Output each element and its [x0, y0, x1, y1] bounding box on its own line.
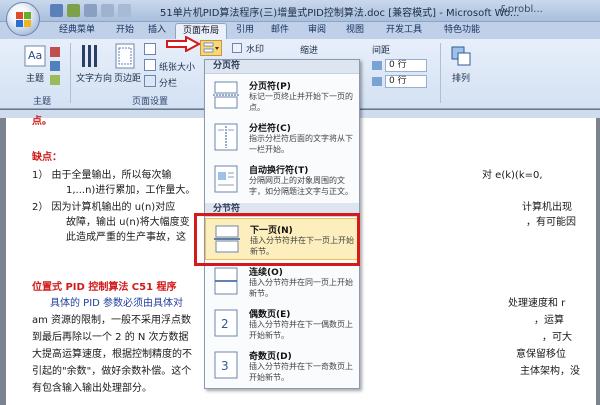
menu-item-odd-page[interactable]: 3 奇数页(D) 插入分节符并在下一奇数页上开始新节。 [205, 345, 359, 387]
undo-icon[interactable] [67, 4, 80, 17]
title-bar: 51单片机PID算法程序(三)增量式PID控制算法.doc [兼容模式] - M… [0, 0, 600, 22]
doc-text-line: 故障，输出 u(n)将大幅度变 [66, 217, 190, 228]
quick-access-toolbar [50, 4, 131, 17]
red-arrow-annotation-icon [166, 36, 200, 52]
menu-item-text-wrapping-break[interactable]: 自动换行符(T) 分隔网页上的对象周围的文字，如分隔题注文字与正文。 [205, 159, 359, 201]
group-label-theme: 主题 [32, 97, 51, 107]
breaks-icon [203, 42, 219, 53]
menu-item-page-break[interactable]: 分页符(P) 标记一页终止并开始下一页的点。 [205, 75, 359, 117]
tab-classic-menu[interactable]: 经典菜单 [48, 23, 106, 39]
red-highlight-annotation [194, 213, 360, 266]
watermark-icon[interactable] [232, 43, 242, 53]
doc-text-line: 此造成严重的生产事故，这 [66, 232, 186, 243]
watermark-label[interactable]: 水印 [246, 42, 264, 55]
text-direction-icon[interactable] [80, 43, 102, 69]
menu-section-header-page-breaks: 分页符 [205, 60, 359, 74]
margins-label[interactable]: 页边距 [114, 71, 141, 84]
doc-text-line: 对 e(k)(k=0, [482, 170, 543, 181]
menu-item-description: 分隔网页上的对象周围的文字，如分隔题注文字与正文。 [249, 176, 353, 196]
doc-text-line: 大提高运算速度，根据控制精度的不 [32, 349, 192, 360]
svg-text:3: 3 [221, 359, 229, 373]
dropdown-icon[interactable] [101, 4, 114, 17]
document-title: 51单片机PID算法程序(三)增量式PID控制算法.doc [兼容模式] - M… [160, 8, 520, 19]
spacing-label: 间距 [372, 46, 391, 56]
doc-text-line: 意保留移位 [516, 349, 566, 360]
group-label-page-setup: 页面设置 [131, 97, 168, 107]
tab-view[interactable]: 视图 [340, 23, 370, 39]
svg-text:Aa: Aa [28, 49, 42, 62]
tab-review[interactable]: 审阅 [302, 23, 332, 39]
even-page-icon: 2 [214, 309, 238, 337]
doc-text-line: 点。 [32, 116, 52, 127]
odd-page-icon: 3 [214, 351, 238, 379]
doc-text-line: ，运算 [534, 315, 564, 326]
tab-home[interactable]: 开始 [110, 23, 140, 39]
ribbon-tabs: 经典菜单 开始 插入 页面布局 引用 邮件 审阅 视图 开发工具 特色功能 [0, 22, 600, 39]
indent-label: 缩进 [300, 46, 319, 56]
doc-text-line: 引起的"余数"，做好余数补偿。这个 [32, 366, 192, 377]
margins-icon[interactable] [114, 43, 136, 69]
theme-colors-icon[interactable] [50, 47, 60, 57]
doc-text-line: 计算机出现 [522, 202, 572, 213]
tab-developer[interactable]: 开发工具 [378, 23, 430, 39]
title-overflow-text: &probl... [500, 4, 543, 15]
tab-special-features[interactable]: 特色功能 [436, 23, 488, 39]
doc-text-line: 处理速度和 r [508, 298, 566, 309]
spacing-after-input[interactable]: 0 行 [385, 75, 427, 88]
doc-text-line: ，有可能因 [526, 217, 576, 228]
tab-mailings[interactable]: 邮件 [265, 23, 295, 39]
doc-text-line: am 资源的限制，一般不采用浮点数 [32, 315, 192, 326]
ribbon-separator [440, 43, 441, 103]
text-wrapping-break-icon [214, 165, 238, 193]
spacing-before-icon [372, 61, 382, 70]
doc-text-line: 2） 因为计算机输出的 u(n)对应 [32, 202, 176, 213]
doc-text-line: 1,...n)进行累加，工作量大。 [66, 185, 196, 196]
menu-item-description: 指示分栏符后面的文字将从下一栏开始。 [249, 134, 353, 154]
doc-heading: 位置式 PID 控制算法 C51 程序 [32, 282, 177, 293]
doc-text-line: 主体架构，没 [520, 366, 580, 377]
orientation-icon[interactable] [144, 43, 156, 55]
spacing-before-input[interactable]: 0 行 [385, 59, 427, 72]
column-break-icon [214, 123, 238, 151]
menu-item-description: 插入分节符并在下一偶数页上开始新节。 [249, 320, 353, 340]
menu-item-description: 插入分节符并在下一奇数页上开始新节。 [249, 362, 353, 382]
svg-text:2: 2 [221, 317, 229, 331]
doc-text-line: 有包含输入输出处理部分。 [32, 383, 152, 394]
menu-item-continuous[interactable]: 连续(O) 插入分节符并在同一页上开始新节。 [205, 261, 359, 303]
doc-text-line: 具体的 PID 参数必须由具体对 [50, 298, 184, 309]
ribbon-separator [70, 43, 71, 103]
paper-size-label[interactable]: 纸张大小 [159, 60, 195, 73]
spacing-after-icon [372, 77, 382, 86]
doc-heading: 缺点： [32, 152, 62, 163]
doc-text-line: 1） 由于全量输出，所以每次输 [32, 170, 172, 181]
paper-size-icon[interactable] [144, 59, 156, 71]
menu-item-description: 插入分节符并在同一页上开始新节。 [249, 278, 353, 298]
continuous-icon [214, 267, 238, 295]
office-logo-icon [16, 12, 31, 27]
breaks-button[interactable] [200, 40, 222, 56]
page-break-icon [213, 81, 239, 109]
office-button[interactable] [6, 2, 40, 36]
theme-effects-icon[interactable] [50, 75, 60, 85]
menu-item-column-break[interactable]: 分栏符(C) 指示分栏符后面的文字将从下一栏开始。 [205, 117, 359, 159]
columns-label[interactable]: 分栏 [159, 76, 177, 89]
menu-item-description: 标记一页终止并开始下一页的点。 [249, 92, 353, 112]
redo-icon[interactable] [84, 4, 97, 17]
text-direction-label[interactable]: 文字方向 [76, 71, 112, 84]
theme-button-label[interactable]: 主题 [26, 71, 44, 84]
doc-text-line: ，可大 [542, 332, 572, 343]
columns-icon[interactable] [144, 75, 156, 87]
save-icon[interactable] [50, 4, 63, 17]
theme-icon[interactable]: Aa [24, 45, 46, 67]
menu-item-even-page[interactable]: 2 偶数页(E) 插入分节符并在下一偶数页上开始新节。 [205, 303, 359, 345]
theme-fonts-icon[interactable] [50, 61, 60, 71]
arrange-icon[interactable] [450, 45, 472, 67]
doc-text-line: 到最后再除以一个 2 的 N 次方数据 [32, 332, 189, 343]
format-icon[interactable] [118, 4, 131, 17]
tab-references[interactable]: 引用 [230, 23, 260, 39]
arrange-label[interactable]: 排列 [452, 71, 470, 84]
